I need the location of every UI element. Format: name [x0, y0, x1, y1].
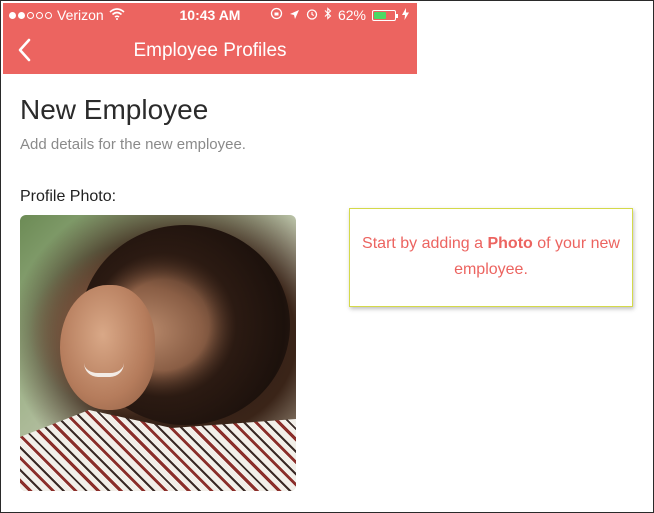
location-arrow-icon: [289, 7, 300, 23]
charging-bolt-icon: [402, 7, 409, 23]
tooltip-text-emphasis: Photo: [487, 235, 533, 252]
onboarding-tooltip: Start by adding a Photo of your new empl…: [349, 208, 633, 307]
tooltip-text-prefix: Start by adding a: [362, 235, 488, 252]
profile-photo-label: Profile Photo:: [20, 188, 117, 205]
battery-icon: [372, 9, 398, 21]
battery-fill: [374, 11, 387, 19]
navigation-bar: Employee Profiles: [3, 27, 417, 74]
nav-title: Employee Profiles: [133, 40, 287, 61]
status-bar: Verizon 10:43 AM 62%: [3, 3, 417, 27]
status-right: 62%: [270, 7, 409, 23]
bluetooth-icon: [324, 7, 332, 23]
screenshot-frame: Verizon 10:43 AM 62% Employee Profiles N…: [0, 0, 654, 513]
battery-cap: [396, 13, 398, 18]
profile-photo[interactable]: [20, 215, 296, 491]
page-title: New Employee: [20, 94, 209, 125]
page-header: New Employee Add details for the new emp…: [20, 93, 246, 155]
photo-face: [60, 285, 155, 410]
page-subtitle: Add details for the new employee.: [20, 136, 246, 153]
alarm-clock-icon: [306, 7, 318, 23]
app-header: Verizon 10:43 AM 62% Employee Profiles: [3, 3, 417, 74]
orientation-lock-icon: [270, 7, 283, 23]
battery-percent: 62%: [337, 7, 366, 23]
